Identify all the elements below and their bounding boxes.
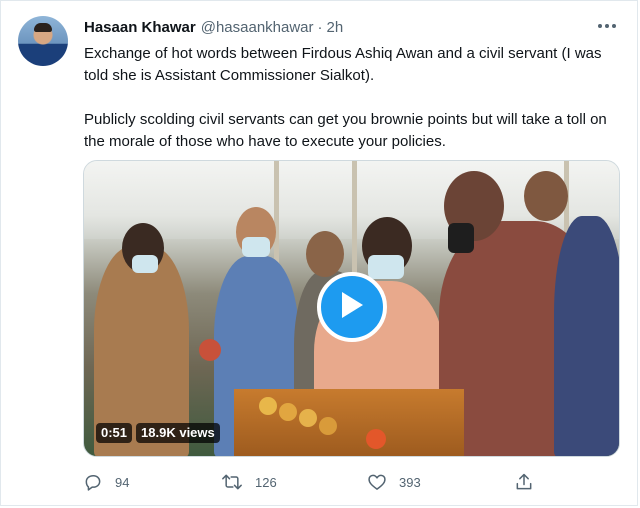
avatar[interactable] — [18, 16, 68, 66]
reply-button[interactable]: 94 — [83, 469, 129, 495]
like-count: 393 — [399, 474, 421, 490]
video-scene-mask — [448, 223, 474, 253]
video-scene-mask — [242, 237, 270, 257]
more-dot-icon — [605, 24, 609, 28]
video-scene-fruit — [259, 397, 277, 415]
like-button[interactable]: 393 — [367, 469, 421, 495]
play-icon — [339, 290, 365, 325]
retweet-button[interactable]: 126 — [221, 469, 277, 495]
tweet-header: Hasaan Khawar @hasaankhawar · 2h — [84, 16, 343, 38]
video-scene-fruit — [199, 339, 221, 361]
tweet-text: Exchange of hot words between Firdous As… — [84, 43, 624, 153]
video-scene-fruit — [366, 429, 386, 449]
more-dot-icon — [612, 24, 616, 28]
reply-icon — [83, 472, 103, 492]
retweet-icon — [221, 472, 243, 492]
header-separator: · — [317, 18, 323, 36]
video-duration: 0:51 — [96, 423, 133, 443]
share-button[interactable] — [514, 469, 534, 495]
tweet-paragraph: Exchange of hot words between Firdous As… — [84, 45, 602, 84]
video-views: 18.9K views — [136, 423, 220, 443]
video-scene-mask — [368, 255, 404, 279]
video-scene-fruit — [299, 409, 317, 427]
like-icon — [367, 472, 387, 492]
more-options-button[interactable] — [595, 15, 619, 37]
tweet-actions: 94 126 393 — [83, 469, 543, 495]
video-scene-mask — [132, 255, 158, 273]
tweet-timestamp[interactable]: 2h — [327, 19, 344, 36]
share-icon — [514, 472, 534, 492]
more-dot-icon — [598, 24, 602, 28]
video-scene-head — [306, 231, 344, 277]
play-button[interactable] — [317, 272, 387, 342]
author-name[interactable]: Hasaan Khawar — [84, 19, 196, 36]
video-scene-person — [554, 216, 619, 456]
video-scene-head — [524, 171, 568, 221]
author-handle[interactable]: @hasaankhawar — [201, 19, 314, 36]
avatar-hair — [34, 23, 52, 32]
video-player[interactable]: 0:51 18.9K views — [83, 160, 620, 457]
tweet-card[interactable]: Hasaan Khawar @hasaankhawar · 2h Exchang… — [0, 0, 638, 506]
reply-count: 94 — [115, 474, 130, 490]
video-scene-fruit — [319, 417, 337, 435]
retweet-count: 126 — [255, 474, 277, 490]
video-badges: 0:51 18.9K views — [96, 423, 220, 443]
tweet-paragraph: Publicly scolding civil servants can get… — [84, 111, 607, 150]
video-scene-fruit — [279, 403, 297, 421]
